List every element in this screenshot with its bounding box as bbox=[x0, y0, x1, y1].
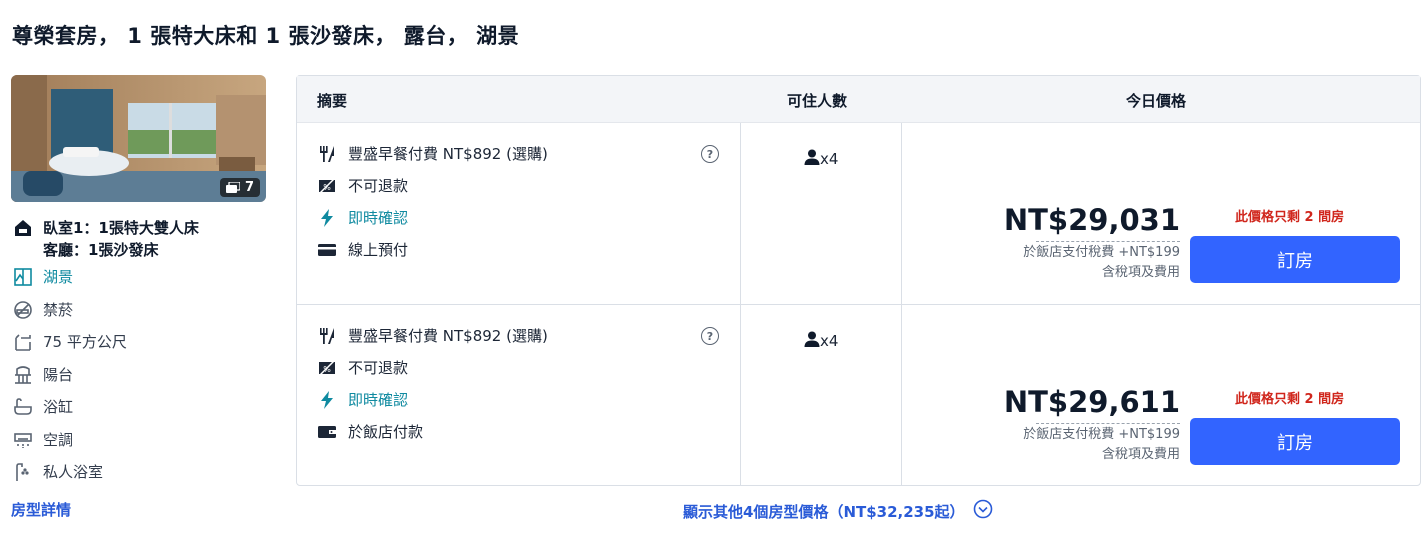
svg-text:%: % bbox=[323, 365, 331, 374]
header-summary: 摘要 bbox=[317, 92, 348, 110]
window-view-icon bbox=[11, 266, 35, 288]
feature-size-label: 75 平方公尺 bbox=[43, 333, 127, 351]
refund-text: 不可退款 bbox=[348, 359, 409, 377]
feature-size: 75 平方公尺 bbox=[11, 331, 127, 353]
bed-line-living: 客廳：1張沙發床 bbox=[43, 241, 159, 259]
help-icon[interactable]: ? bbox=[701, 327, 719, 345]
feature-smoking-label: 禁菸 bbox=[43, 301, 74, 319]
price-underline bbox=[1036, 423, 1180, 424]
no-refund-icon: % bbox=[317, 358, 337, 378]
no-refund-icon: % bbox=[317, 176, 337, 196]
room-title: 尊榮套房， 1 張特大床和 1 張沙發床， 露台， 湖景 bbox=[12, 24, 520, 48]
no-smoking-icon bbox=[11, 299, 35, 321]
feature-bathroom: 私人浴室 bbox=[11, 461, 103, 483]
book-button[interactable]: 訂房 bbox=[1190, 418, 1400, 465]
header-price: 今日價格 bbox=[1126, 92, 1187, 110]
refund-text: 不可退款 bbox=[348, 177, 409, 195]
lightning-icon bbox=[317, 208, 337, 228]
feature-bathtub: 浴缸 bbox=[11, 396, 73, 418]
policy-refund: % 不可退款 bbox=[317, 175, 408, 196]
scarcity-note: 此價格只剩 2 間房 bbox=[1235, 392, 1345, 407]
policy-payment: 線上預付 bbox=[317, 239, 408, 260]
show-more-rooms-link[interactable]: 顯示其他4個房型價格（NT$32,235起） bbox=[683, 499, 993, 523]
rate-row: 豐盛早餐付費 NT$892 (選購) ? % 不可退款 即時確認 線上預付 x4 bbox=[297, 123, 1420, 304]
policy-breakfast: 豐盛早餐付費 NT$892 (選購) bbox=[317, 143, 548, 164]
credit-card-icon bbox=[317, 240, 337, 260]
tax-note: 於飯店支付稅費 +NT$199 bbox=[1023, 245, 1180, 260]
bed-info: 臥室1：1張特大雙人床 客廳：1張沙發床 bbox=[11, 217, 199, 261]
header-guests: 可住人數 bbox=[787, 92, 848, 110]
feature-aircon-label: 空調 bbox=[43, 431, 74, 449]
policy-instant: 即時確認 bbox=[317, 389, 408, 410]
price: NT$29,611 bbox=[1003, 385, 1180, 419]
person-icon bbox=[804, 149, 820, 169]
payment-text: 於飯店付款 bbox=[348, 423, 424, 441]
payment-text: 線上預付 bbox=[348, 241, 409, 259]
photo-count-badge[interactable]: 7 bbox=[219, 178, 260, 197]
svg-text:%: % bbox=[323, 183, 331, 192]
feature-balcony-label: 陽台 bbox=[43, 366, 74, 384]
policy-instant: 即時確認 bbox=[317, 207, 408, 228]
policy-refund: % 不可退款 bbox=[317, 357, 408, 378]
instant-text: 即時確認 bbox=[348, 209, 409, 227]
guest-capacity: x4 bbox=[804, 331, 838, 351]
policy-payment: 於飯店付款 bbox=[317, 421, 423, 442]
bed-line-bedroom: 臥室1：1張特大雙人床 bbox=[43, 219, 199, 237]
air-conditioner-icon bbox=[11, 429, 35, 451]
rate-row: 豐盛早餐付費 NT$892 (選購) ? % 不可退款 即時確認 於飯店付款 x… bbox=[297, 305, 1420, 486]
cutlery-icon bbox=[317, 326, 337, 346]
feature-aircon: 空調 bbox=[11, 429, 73, 451]
policy-breakfast: 豐盛早餐付費 NT$892 (選購) bbox=[317, 325, 548, 346]
guest-count: x4 bbox=[820, 332, 839, 350]
room-photo[interactable]: 7 bbox=[11, 75, 266, 202]
guest-count: x4 bbox=[820, 150, 839, 168]
price-underline bbox=[1036, 241, 1180, 242]
scarcity-note: 此價格只剩 2 間房 bbox=[1235, 210, 1345, 225]
balcony-icon bbox=[11, 364, 35, 386]
feature-smoking: 禁菸 bbox=[11, 299, 73, 321]
rate-table-header: 摘要 可住人數 今日價格 bbox=[297, 76, 1420, 123]
price: NT$29,031 bbox=[1003, 203, 1180, 237]
person-icon bbox=[804, 331, 820, 351]
help-icon[interactable]: ? bbox=[701, 145, 719, 163]
tax-note: 於飯店支付稅費 +NT$199 bbox=[1023, 427, 1180, 442]
instant-text: 即時確認 bbox=[348, 391, 409, 409]
gallery-icon bbox=[225, 182, 240, 193]
room-size-icon bbox=[11, 331, 35, 353]
feature-balcony: 陽台 bbox=[11, 364, 73, 386]
feature-view-label: 湖景 bbox=[43, 268, 74, 286]
feature-bathroom-label: 私人浴室 bbox=[43, 463, 104, 481]
chevron-down-circle-icon bbox=[973, 499, 993, 523]
feature-view: 湖景 bbox=[11, 266, 73, 288]
wallet-icon bbox=[317, 422, 337, 442]
book-button[interactable]: 訂房 bbox=[1190, 236, 1400, 283]
rate-table: 摘要 可住人數 今日價格 豐盛早餐付費 NT$892 (選購) ? % 不可退款… bbox=[296, 75, 1421, 486]
cutlery-icon bbox=[317, 144, 337, 164]
bathtub-icon bbox=[11, 396, 35, 418]
bed-house-icon bbox=[11, 217, 35, 239]
feature-bathtub-label: 浴缸 bbox=[43, 398, 74, 416]
breakfast-text: 豐盛早餐付費 NT$892 (選購) bbox=[348, 327, 548, 345]
photo-count: 7 bbox=[244, 180, 254, 195]
incl-note: 含稅項及費用 bbox=[1101, 447, 1180, 462]
breakfast-text: 豐盛早餐付費 NT$892 (選購) bbox=[348, 145, 548, 163]
room-details-link[interactable]: 房型詳情 bbox=[11, 499, 71, 520]
guest-capacity: x4 bbox=[804, 149, 838, 169]
shower-icon bbox=[11, 461, 35, 483]
lightning-icon bbox=[317, 390, 337, 410]
incl-note: 含稅項及費用 bbox=[1101, 265, 1180, 280]
show-more-label: 顯示其他4個房型價格（NT$32,235起） bbox=[683, 502, 965, 521]
